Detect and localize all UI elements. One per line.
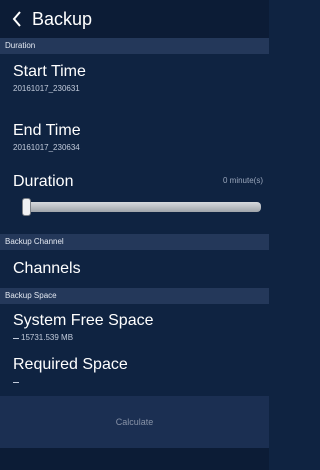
duration-value: 0 minute(s) — [222, 176, 263, 185]
channels-item[interactable]: Channels — [13, 260, 81, 278]
slider-track — [22, 202, 261, 212]
section-backup-space: Backup Space — [0, 288, 269, 304]
start-time-label: Start Time — [13, 63, 86, 80]
required-space-dash — [13, 382, 19, 383]
chevron-left-icon — [12, 11, 22, 27]
free-space-value: 15731.539 MB — [21, 333, 74, 342]
section-duration: Duration — [0, 38, 269, 54]
duration-slider[interactable] — [22, 197, 261, 217]
back-button[interactable] — [0, 0, 32, 38]
section-backup-channel: Backup Channel — [0, 234, 269, 250]
duration-label: Duration — [13, 173, 74, 190]
start-time-value: 20161017_230631 — [13, 84, 80, 93]
slider-thumb[interactable] — [22, 198, 31, 216]
page-title: Backup — [32, 8, 93, 29]
end-time-value: 20161017_230634 — [13, 143, 80, 152]
footer-bar — [0, 448, 269, 470]
header-bar: Backup — [0, 0, 269, 38]
end-time-label: End Time — [13, 122, 81, 139]
free-space-label: System Free Space — [13, 312, 154, 329]
calculate-button[interactable]: Calculate — [0, 396, 269, 448]
required-space-label: Required Space — [13, 356, 128, 373]
free-space-dash — [13, 338, 19, 339]
